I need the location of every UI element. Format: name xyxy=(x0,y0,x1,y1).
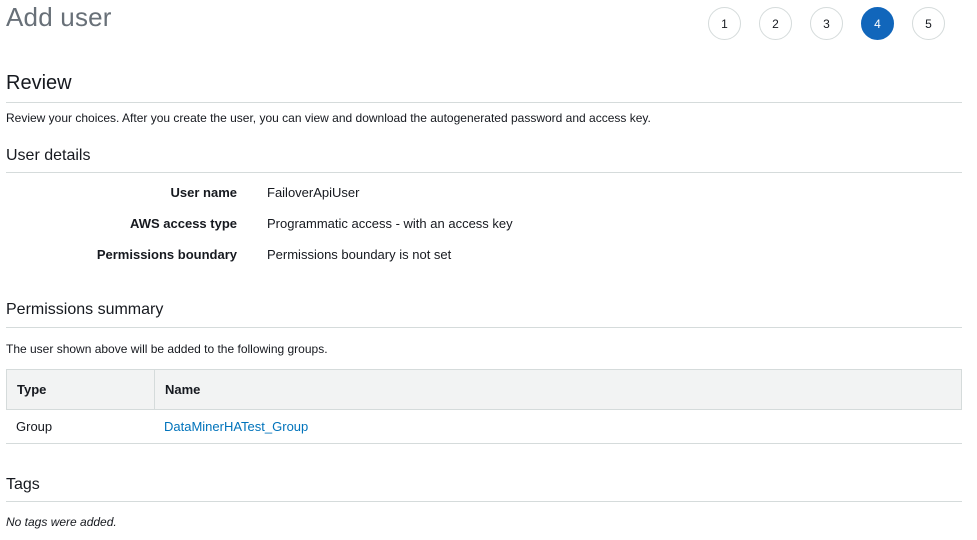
detail-label: AWS access type xyxy=(130,216,237,231)
tags-divider xyxy=(6,501,962,502)
column-header-name[interactable]: Name xyxy=(155,370,961,409)
permissions-description: The user shown above will be added to th… xyxy=(6,342,328,356)
detail-row-permissions-boundary: Permissions boundary Permissions boundar… xyxy=(0,247,977,267)
table-header: Type Name xyxy=(6,369,962,410)
user-details-heading: User details xyxy=(6,147,91,164)
wizard-steps: 1 2 3 4 5 xyxy=(708,7,945,40)
page-title: Add user xyxy=(6,2,112,32)
cell-name: DataMinerHATest_Group xyxy=(154,410,962,443)
permissions-table: Type Name Group DataMinerHATest_Group xyxy=(6,369,962,444)
step-2[interactable]: 2 xyxy=(759,7,792,40)
detail-label: User name xyxy=(170,185,237,200)
detail-value: Permissions boundary is not set xyxy=(267,247,452,262)
step-3[interactable]: 3 xyxy=(810,7,843,40)
detail-label: Permissions boundary xyxy=(96,247,237,262)
column-header-type[interactable]: Type xyxy=(7,370,155,409)
table-row: Group DataMinerHATest_Group xyxy=(6,410,962,444)
review-description: Review your choices. After you create th… xyxy=(6,111,651,125)
cell-type: Group xyxy=(16,419,53,434)
step-5[interactable]: 5 xyxy=(912,7,945,40)
user-details-divider xyxy=(6,172,962,173)
review-heading: Review xyxy=(6,72,72,94)
permissions-divider xyxy=(6,327,962,328)
tags-heading: Tags xyxy=(6,476,40,493)
group-link[interactable]: DataMinerHATest_Group xyxy=(164,419,308,434)
permissions-heading: Permissions summary xyxy=(6,301,164,318)
detail-row-access-type: AWS access type Programmatic access - wi… xyxy=(0,216,977,236)
review-divider xyxy=(6,102,962,103)
detail-value: Programmatic access - with an access key xyxy=(267,216,513,231)
tags-empty-text: No tags were added. xyxy=(6,515,117,529)
detail-value: FailoverApiUser xyxy=(267,185,360,200)
detail-row-user-name: User name FailoverApiUser xyxy=(0,185,977,205)
step-4-current: 4 xyxy=(861,7,894,40)
step-1[interactable]: 1 xyxy=(708,7,741,40)
